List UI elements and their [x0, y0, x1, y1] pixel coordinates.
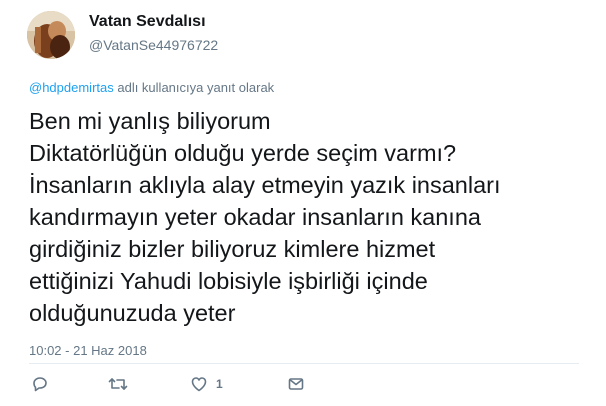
tweet-card: Vatan Sevdalısı @VatanSe44976722 @hdpdem…: [0, 0, 606, 406]
retweet-button[interactable]: [108, 373, 128, 395]
mention-link[interactable]: @hdpdemirtas: [29, 80, 114, 95]
tweet-text-line: İnsanların aklıyla alay etmeyin yazık in…: [29, 172, 501, 198]
tweet-text-line: Diktatörlüğün olduğu yerde seçim varmı?: [29, 140, 457, 166]
reply-context-label: adlı kullanıcıya yanıt olarak: [113, 80, 275, 95]
heart-icon: [190, 375, 208, 393]
reply-button[interactable]: [31, 373, 49, 395]
reply-context: @hdpdemirtas adlı kullanıcıya yanıt olar…: [29, 80, 274, 95]
like-count: 1: [216, 377, 223, 391]
tweet-text-line: ettiğinizi Yahudi lobisiyle işbirliği iç…: [29, 268, 428, 294]
reply-icon: [31, 375, 49, 393]
envelope-icon: [287, 375, 305, 393]
like-button[interactable]: 1: [190, 373, 223, 395]
retweet-icon: [108, 375, 128, 393]
user-handle[interactable]: @VatanSe44976722: [89, 37, 218, 53]
timestamp[interactable]: 10:02 - 21 Haz 2018: [29, 343, 147, 358]
display-name[interactable]: Vatan Sevdalısı: [89, 13, 206, 31]
tweet-text-line: Ben mi yanlış biliyorum: [29, 108, 271, 134]
direct-message-button[interactable]: [287, 373, 305, 395]
tweet-text: Ben mi yanlış biliyorum Diktatörlüğün ol…: [29, 105, 589, 329]
tweet-text-line: kandırmayın yeter okadar insanların kanı…: [29, 204, 481, 230]
avatar[interactable]: [27, 11, 75, 59]
divider: [29, 363, 579, 364]
tweet-actions: 1: [29, 373, 589, 395]
tweet-text-line: girdiğiniz bizler biliyoruz kimlere hizm…: [29, 236, 436, 262]
tweet-text-line: olduğunuzuda yeter: [29, 300, 236, 326]
